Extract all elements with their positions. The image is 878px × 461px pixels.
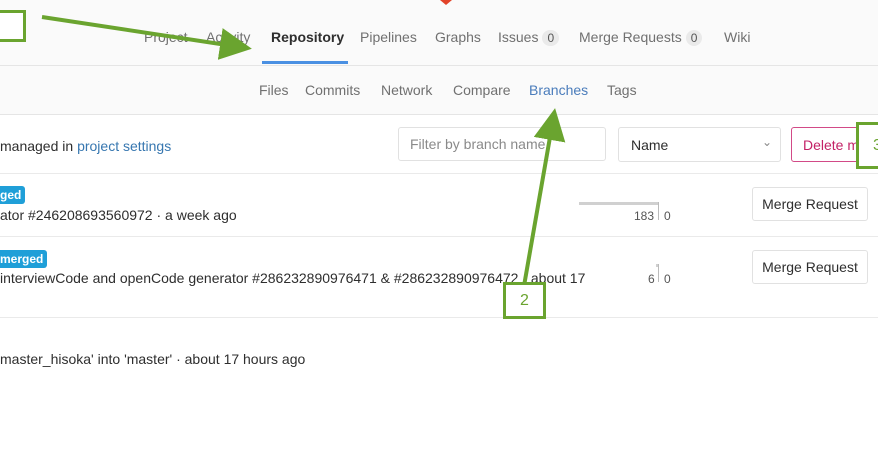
annotation-box-1 <box>0 10 26 42</box>
row-divider <box>0 317 878 318</box>
merge-requests-count-badge: 0 <box>685 30 703 46</box>
sort-dropdown[interactable]: Name ⌄ <box>618 127 781 162</box>
nav-graphs[interactable]: Graphs <box>435 29 481 45</box>
top-navigation: Project Activity Repository Pipelines Gr… <box>0 0 878 66</box>
chevron-down-icon: ⌄ <box>761 135 772 149</box>
nav-repository[interactable]: Repository <box>271 29 344 45</box>
sort-selected-value: Name <box>631 137 669 153</box>
nav-pipelines[interactable]: Pipelines <box>360 29 417 45</box>
nav-wiki[interactable]: Wiki <box>724 29 750 45</box>
subnav-files[interactable]: Files <box>259 82 289 98</box>
subnav-branches[interactable]: Branches <box>529 82 588 98</box>
merged-label: merged <box>0 250 48 268</box>
nav-activity[interactable]: Activity <box>206 29 250 45</box>
gitlab-logo-icon <box>440 0 452 5</box>
active-tab-indicator <box>262 61 348 64</box>
ahead-count: 0 <box>664 209 671 223</box>
merged-label: ged <box>0 186 26 204</box>
branch-commit-info: ator #246208693560972 · a week ago <box>0 207 237 223</box>
annotation-callout-2: 2 <box>503 282 546 319</box>
behind-count: 6 <box>648 272 655 286</box>
last-commit-info: master_hisoka' into 'master' · about 17 … <box>0 351 306 367</box>
subnav-compare[interactable]: Compare <box>453 82 511 98</box>
subnav-network[interactable]: Network <box>381 82 432 98</box>
merge-request-button[interactable]: Merge Request <box>752 187 868 221</box>
protected-branches-note: managed in project settings <box>0 138 171 154</box>
issues-count-badge: 0 <box>542 30 560 46</box>
behind-count: 183 <box>634 209 655 223</box>
merge-request-button[interactable]: Merge Request <box>752 250 868 284</box>
nav-merge-requests[interactable]: Merge Requests 0 <box>579 29 703 46</box>
row-divider <box>0 173 878 174</box>
row-divider <box>0 236 878 237</box>
behind-bar <box>579 202 658 205</box>
divergence-separator <box>658 264 659 282</box>
annotation-callout-3: 3 <box>856 122 878 169</box>
subnav-commits[interactable]: Commits <box>305 82 360 98</box>
divergence-separator <box>658 202 659 220</box>
branch-filter-input[interactable] <box>398 127 606 161</box>
project-settings-link[interactable]: project settings <box>77 138 171 154</box>
subnav-tags[interactable]: Tags <box>607 82 637 98</box>
managed-prefix-text: managed in <box>0 138 78 154</box>
nav-issues[interactable]: Issues 0 <box>498 29 560 46</box>
nav-issues-label: Issues <box>498 29 539 45</box>
branch-commit-info: interviewCode and openCode generator #28… <box>0 270 586 286</box>
repository-subnav: Files Commits Network Compare Branches T… <box>0 66 878 115</box>
nav-merge-requests-label: Merge Requests <box>579 29 682 45</box>
ahead-count: 0 <box>664 272 671 286</box>
nav-project[interactable]: Project <box>144 29 188 45</box>
